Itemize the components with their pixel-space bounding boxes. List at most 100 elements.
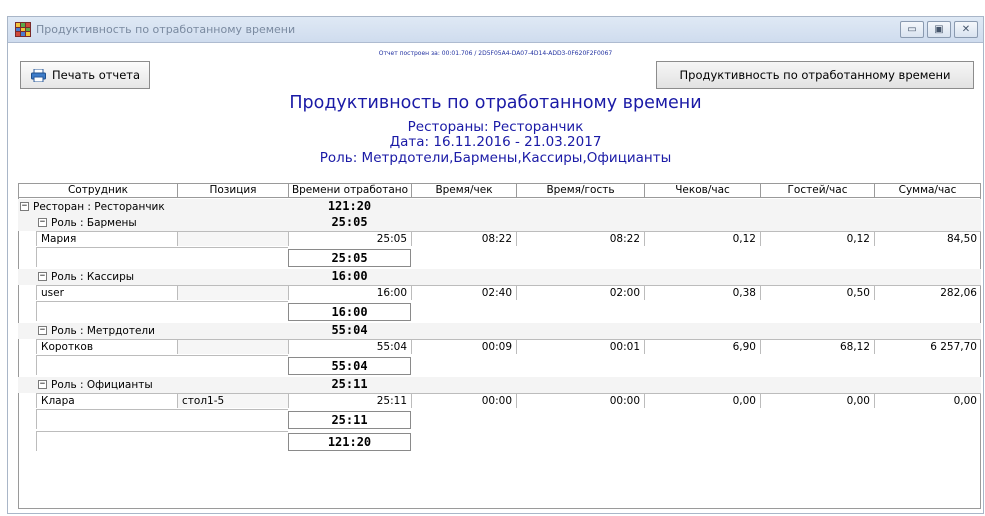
group-total: 55:04: [331, 323, 368, 337]
table-cell-time-per-guest: 00:01: [516, 339, 644, 354]
role-subtotal-row: 25:05: [18, 247, 981, 267]
column-header[interactable]: Сумма/час: [874, 183, 981, 198]
group-label: − Роль : Бармены: [38, 215, 137, 230]
table-cell-worked: 25:05: [288, 231, 411, 246]
table-cell-employee: user: [36, 285, 177, 300]
table-row[interactable]: Клара стол1-5 25:11 00:00 00:00 0,00 0,00 0,00: [18, 393, 981, 408]
collapse-toggle[interactable]: −: [38, 380, 47, 389]
table-row[interactable]: Коротков 55:04 00:09 00:01 6,90 68,12 6 257,70: [18, 339, 981, 354]
grand-total-row: 121:20: [18, 431, 981, 451]
printer-icon: [31, 68, 46, 82]
table-cell-worked: 55:04: [288, 339, 411, 354]
column-header[interactable]: Время/гость: [516, 183, 644, 198]
collapse-toggle[interactable]: −: [38, 272, 47, 281]
group-total: 121:20: [327, 199, 372, 213]
group-label: − Ресторан : Ресторанчик: [20, 199, 165, 214]
subtotal-value: 121:20: [288, 433, 411, 451]
minimize-button[interactable]: ▭: [900, 21, 924, 38]
window-title: Продуктивность по отработанному времени: [36, 23, 296, 36]
print-report-button[interactable]: Печать отчета: [20, 61, 150, 89]
report-date: Дата: 16.11.2016 - 21.03.2017: [389, 134, 602, 150]
table-cell-checks-per-hour: 6,90: [644, 339, 760, 354]
subtotal-spacer: [36, 301, 288, 321]
collapse-toggle[interactable]: −: [20, 202, 29, 211]
table-cell-guests-per-hour: 0,12: [760, 231, 874, 246]
table-cell-worked: 16:00: [288, 285, 411, 300]
table-cell-time-per-guest: 02:00: [516, 285, 644, 300]
table-cell-position: [177, 231, 288, 246]
table-cell-checks-per-hour: 0,00: [644, 393, 760, 408]
table-cell-position: [177, 339, 288, 354]
group-total: 25:05: [331, 215, 368, 229]
subtotal-value: 25:11: [288, 411, 411, 429]
group-total: 16:00: [331, 269, 368, 283]
table-row[interactable]: Мария 25:05 08:22 08:22 0,12 0,12 84,50: [18, 231, 981, 246]
report-roles: Роль: Метрдотели,Бармены,Кассиры,Официан…: [319, 150, 672, 166]
column-header[interactable]: Времени отработано: [288, 183, 411, 198]
group-label: − Роль : Кассиры: [38, 269, 134, 284]
table-cell-time-per-guest: 00:00: [516, 393, 644, 408]
table-cell-guests-per-hour: 0,00: [760, 393, 874, 408]
table-cell-sum-per-hour: 6 257,70: [874, 339, 981, 354]
subtotal-spacer: [36, 409, 288, 429]
subtotal-value: 16:00: [288, 303, 411, 321]
report-name-button[interactable]: Продуктивность по отработанному времени: [656, 61, 974, 89]
table-cell-checks-per-hour: 0,12: [644, 231, 760, 246]
group-name: Ресторан : Ресторанчик: [33, 200, 165, 213]
title-bar: Продуктивность по отработанному времени …: [8, 17, 983, 43]
table-cell-time-per-check: 00:00: [411, 393, 516, 408]
table-cell-guests-per-hour: 68,12: [760, 339, 874, 354]
role-group-row: − Роль : Бармены 25:05: [18, 215, 981, 231]
print-report-label: Печать отчета: [52, 68, 141, 82]
group-label: − Роль : Метрдотели: [38, 323, 155, 338]
role-subtotal-row: 25:11: [18, 409, 981, 429]
table-cell-employee: Коротков: [36, 339, 177, 354]
column-header[interactable]: Гостей/час: [760, 183, 874, 198]
table-cell-employee: Клара: [36, 393, 177, 408]
close-button[interactable]: ✕: [954, 21, 978, 38]
group-name: Роль : Бармены: [51, 216, 137, 229]
column-header[interactable]: Чеков/час: [644, 183, 760, 198]
collapse-toggle[interactable]: −: [38, 218, 47, 227]
role-subtotal-row: 55:04: [18, 355, 981, 375]
main-window: Продуктивность по отработанному времени …: [7, 16, 984, 514]
collapse-toggle[interactable]: −: [38, 326, 47, 335]
table-cell-time-per-check: 08:22: [411, 231, 516, 246]
table-cell-guests-per-hour: 0,50: [760, 285, 874, 300]
group-label: − Роль : Официанты: [38, 377, 153, 392]
table-cell-sum-per-hour: 282,06: [874, 285, 981, 300]
subtotal-value: 55:04: [288, 357, 411, 375]
role-group-row: − Роль : Официанты 25:11: [18, 377, 981, 393]
table-cell-sum-per-hour: 0,00: [874, 393, 981, 408]
column-header[interactable]: Сотрудник: [18, 183, 177, 198]
subtotal-spacer: [36, 355, 288, 375]
report-restaurants: Рестораны: Ресторанчик: [407, 119, 584, 135]
table-cell-time-per-check: 00:09: [411, 339, 516, 354]
column-header[interactable]: Время/чек: [411, 183, 516, 198]
table-row[interactable]: user 16:00 02:40 02:00 0,38 0,50 282,06: [18, 285, 981, 300]
maximize-button[interactable]: ▣: [927, 21, 951, 38]
table-cell-position: [177, 285, 288, 300]
group-name: Роль : Официанты: [51, 378, 153, 391]
table-cell-checks-per-hour: 0,38: [644, 285, 760, 300]
table-cell-time-per-guest: 08:22: [516, 231, 644, 246]
report-build-info: Отчет построен за: 00:01.706 / 2D5F05A4-…: [378, 50, 613, 57]
report-title: Продуктивность по отработанному времени: [289, 93, 702, 113]
subtotal-spacer: [36, 431, 288, 451]
window-controls: ▭ ▣ ✕: [900, 21, 978, 38]
table-cell-sum-per-hour: 84,50: [874, 231, 981, 246]
subtotal-value: 25:05: [288, 249, 411, 267]
table-cell-position: стол1-5: [177, 393, 288, 408]
restaurant-group-row: − Ресторан : Ресторанчик 121:20: [18, 199, 981, 215]
app-grid-icon: [15, 22, 31, 37]
group-name: Роль : Кассиры: [51, 270, 135, 283]
table-cell-employee: Мария: [36, 231, 177, 246]
role-group-row: − Роль : Кассиры 16:00: [18, 269, 981, 285]
group-name: Роль : Метрдотели: [51, 324, 155, 337]
group-total: 25:11: [331, 377, 368, 391]
table-cell-worked: 25:11: [288, 393, 411, 408]
subtotal-spacer: [36, 247, 288, 267]
table-cell-time-per-check: 02:40: [411, 285, 516, 300]
column-header[interactable]: Позиция: [177, 183, 288, 198]
role-group-row: − Роль : Метрдотели 55:04: [18, 323, 981, 339]
